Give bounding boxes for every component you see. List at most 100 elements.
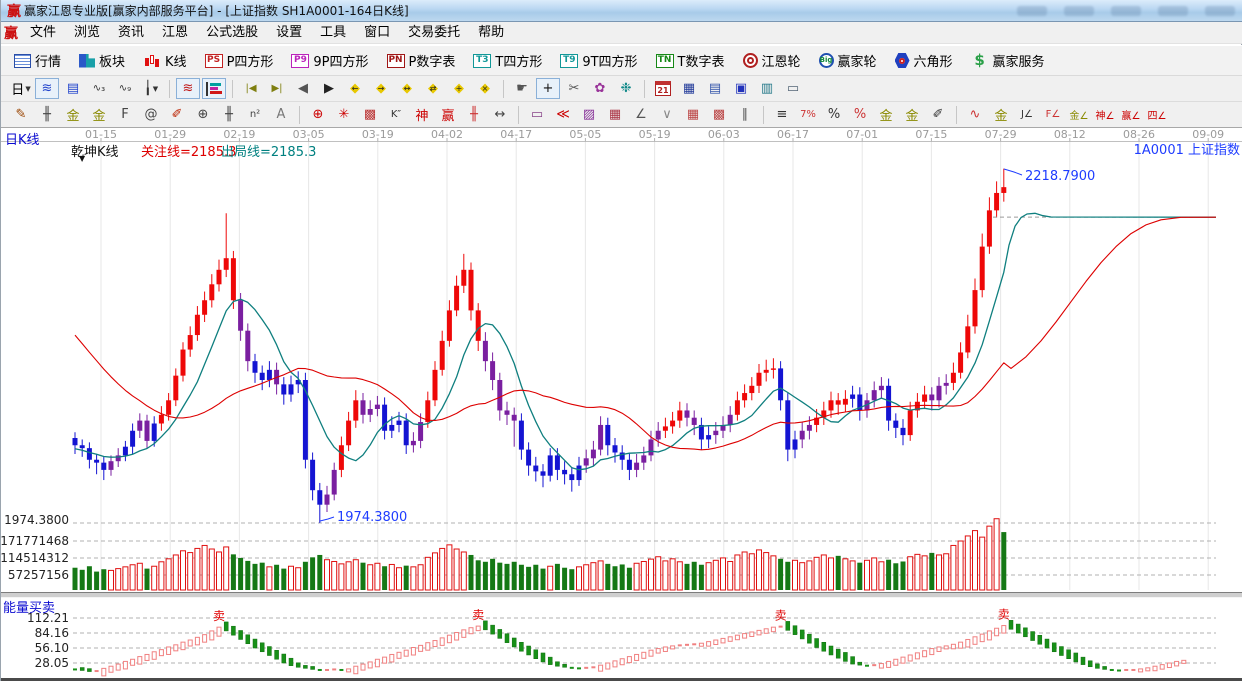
view-note-view-button[interactable]: ▤: [61, 78, 85, 99]
toolbar-winner-service-button[interactable]: $赢家服务: [968, 48, 1048, 74]
view-diamond-expand-button[interactable]: ◆+: [447, 78, 471, 99]
draw-win-angle-button[interactable]: 赢∠: [1119, 104, 1143, 125]
menu-browse[interactable]: 浏览: [65, 22, 109, 44]
view-diamond-right-button[interactable]: ◆→: [369, 78, 393, 99]
menu-help[interactable]: 帮助: [469, 22, 513, 44]
view-diamond-left-button[interactable]: ◆←: [343, 78, 367, 99]
draw-pen-ruler-button[interactable]: ✐: [165, 104, 189, 125]
view-wave-9-button[interactable]: ∿₉: [113, 78, 137, 99]
menu-window[interactable]: 窗口: [355, 22, 399, 44]
draw-gold-lines-button[interactable]: 金: [900, 104, 924, 125]
view-print-button[interactable]: ▭: [781, 78, 805, 99]
draw-levels-button[interactable]: ≡: [770, 104, 794, 125]
toolbar-p-square-button[interactable]: PSP四方形: [202, 48, 277, 74]
view-nav-next-button[interactable]: ▶: [317, 78, 341, 99]
view-period-day-button[interactable]: 日▼: [9, 78, 33, 99]
draw-gold-wave-button[interactable]: 金: [989, 104, 1013, 125]
draw-grid-ruler-button[interactable]: ╫: [462, 104, 486, 125]
draw-pen-button[interactable]: ✎: [9, 104, 33, 125]
view-save-button[interactable]: ▣: [729, 78, 753, 99]
draw-win-box-button[interactable]: 赢: [436, 104, 460, 125]
draw-spider-web-button[interactable]: ✳: [332, 104, 356, 125]
toolbar-t-square-button[interactable]: T3T四方形: [470, 48, 545, 74]
view-calculator-button[interactable]: ▦: [677, 78, 701, 99]
draw-four-angle-button[interactable]: 四∠: [1145, 104, 1169, 125]
toolbar-9t-square-button[interactable]: T99T四方形: [557, 48, 640, 74]
view-nav-first-button[interactable]: |◀: [239, 78, 263, 99]
draw-a-line-button[interactable]: A: [269, 104, 293, 125]
view-candle-style-button[interactable]: ╽▼: [139, 78, 163, 99]
draw-grid-fan-button[interactable]: ▦: [603, 104, 627, 125]
view-diamond-swap-button[interactable]: ◆⇄: [421, 78, 445, 99]
draw-ruler-2-button[interactable]: ╫: [217, 104, 241, 125]
overlay-dropdown-arrow[interactable]: ▼: [79, 154, 85, 163]
draw-wave-tool-button[interactable]: ∿: [963, 104, 987, 125]
toolbar-hexagon-button[interactable]: 六角形: [892, 48, 956, 74]
draw-shen-angle-button[interactable]: 神∠: [1093, 104, 1117, 125]
draw-k-quote-button[interactable]: K″: [384, 104, 408, 125]
menu-gann[interactable]: 江恩: [153, 22, 197, 44]
toolbar-p-number-table-button[interactable]: PNP数字表: [384, 48, 459, 74]
view-crosshair-tool-button[interactable]: +: [536, 78, 560, 99]
pane-separator[interactable]: [1, 592, 1242, 598]
draw-grid-b-button[interactable]: ▩: [707, 104, 731, 125]
draw-shen-ruler-button[interactable]: 神: [410, 104, 434, 125]
draw-h-measure-button[interactable]: ↔: [488, 104, 512, 125]
draw-gold-angle-button[interactable]: 金∠: [1067, 104, 1091, 125]
draw-gold-circle-button[interactable]: 金: [874, 104, 898, 125]
draw-gann-fan-circle-button[interactable]: ⊕: [306, 104, 330, 125]
view-qiankun-pattern-button[interactable]: ≋: [176, 78, 200, 99]
draw-angle-lines-button[interactable]: ∠: [629, 104, 653, 125]
draw-gold-ruler-1-button[interactable]: 金: [61, 104, 85, 125]
draw-gann-circle-button[interactable]: ⊕: [191, 104, 215, 125]
draw-seven-pct-button[interactable]: 7%: [796, 104, 820, 125]
draw-parallel-button[interactable]: ∥: [733, 104, 757, 125]
draw-n-square-button[interactable]: n²: [243, 104, 267, 125]
view-wave-3-button[interactable]: ∿₃: [87, 78, 111, 99]
draw-grid-a-button[interactable]: ▦: [681, 104, 705, 125]
draw-f-angle-button[interactable]: F∠: [1041, 104, 1065, 125]
view-knot-tool-button[interactable]: ❉: [614, 78, 638, 99]
view-notes-button[interactable]: ▤: [703, 78, 727, 99]
toolbar-market-quotes-button[interactable]: 行情: [11, 48, 64, 74]
toolbar-kline-button[interactable]: K线: [140, 48, 190, 74]
view-pattern-view-button[interactable]: ≋: [35, 78, 59, 99]
draw-purple-fan-button[interactable]: ▨: [577, 104, 601, 125]
toolbar-winner-wheel-button[interactable]: Big赢家轮: [816, 48, 880, 74]
view-flower-tool-button[interactable]: ✿: [588, 78, 612, 99]
draw-box-tool-button[interactable]: ▭: [525, 104, 549, 125]
view-measure-tool-button[interactable]: ✂: [562, 78, 586, 99]
svg-text:卖: 卖: [775, 609, 787, 623]
view-diamond-hboth-button[interactable]: ◆↔: [395, 78, 419, 99]
view-hand-tool-button[interactable]: ☛: [510, 78, 534, 99]
indicator-title[interactable]: 能量买卖: [3, 597, 55, 616]
draw-percent-line-button[interactable]: %: [848, 104, 872, 125]
menu-news[interactable]: 资讯: [109, 22, 153, 44]
menu-tools[interactable]: 工具: [311, 22, 355, 44]
menu-trade-order[interactable]: 交易委托: [399, 22, 469, 44]
draw-gold-ruler-2-button[interactable]: 金: [87, 104, 111, 125]
draw-ruler-button[interactable]: ╫: [35, 104, 59, 125]
view-snapshot-button[interactable]: ▥: [755, 78, 779, 99]
draw-pen-2-button[interactable]: ✐: [926, 104, 950, 125]
draw-spiral-button[interactable]: @: [139, 104, 163, 125]
draw-f-ruler-button[interactable]: F: [113, 104, 137, 125]
toolbar-gann-wheel-button[interactable]: 江恩轮: [740, 48, 804, 74]
view-histogram-view-button[interactable]: [202, 78, 226, 99]
view-calendar-button[interactable]: 21: [651, 78, 675, 99]
draw-boxed-web-button[interactable]: ▩: [358, 104, 382, 125]
draw-red-fan-button[interactable]: ≪: [551, 104, 575, 125]
menu-settings[interactable]: 设置: [267, 22, 311, 44]
view-nav-last-button[interactable]: ▶|: [265, 78, 289, 99]
kline-chart[interactable]: 01-1501-2902-1903-0503-1904-0204-1705-05…: [1, 128, 1242, 681]
draw-j-angle-button[interactable]: J∠: [1015, 104, 1039, 125]
draw-wave-v-button[interactable]: ∨: [655, 104, 679, 125]
menu-file[interactable]: 文件: [21, 22, 65, 44]
toolbar-9p-square-button[interactable]: P99P四方形: [288, 48, 371, 74]
draw-percent-button[interactable]: %: [822, 104, 846, 125]
menu-formula-stock-pick[interactable]: 公式选股: [197, 22, 267, 44]
view-diamond-collapse-button[interactable]: ◆×: [473, 78, 497, 99]
toolbar-sectors-button[interactable]: 板块: [76, 48, 128, 74]
toolbar-t-number-table-button[interactable]: TNT数字表: [653, 48, 728, 74]
view-nav-prev-button[interactable]: ◀: [291, 78, 315, 99]
